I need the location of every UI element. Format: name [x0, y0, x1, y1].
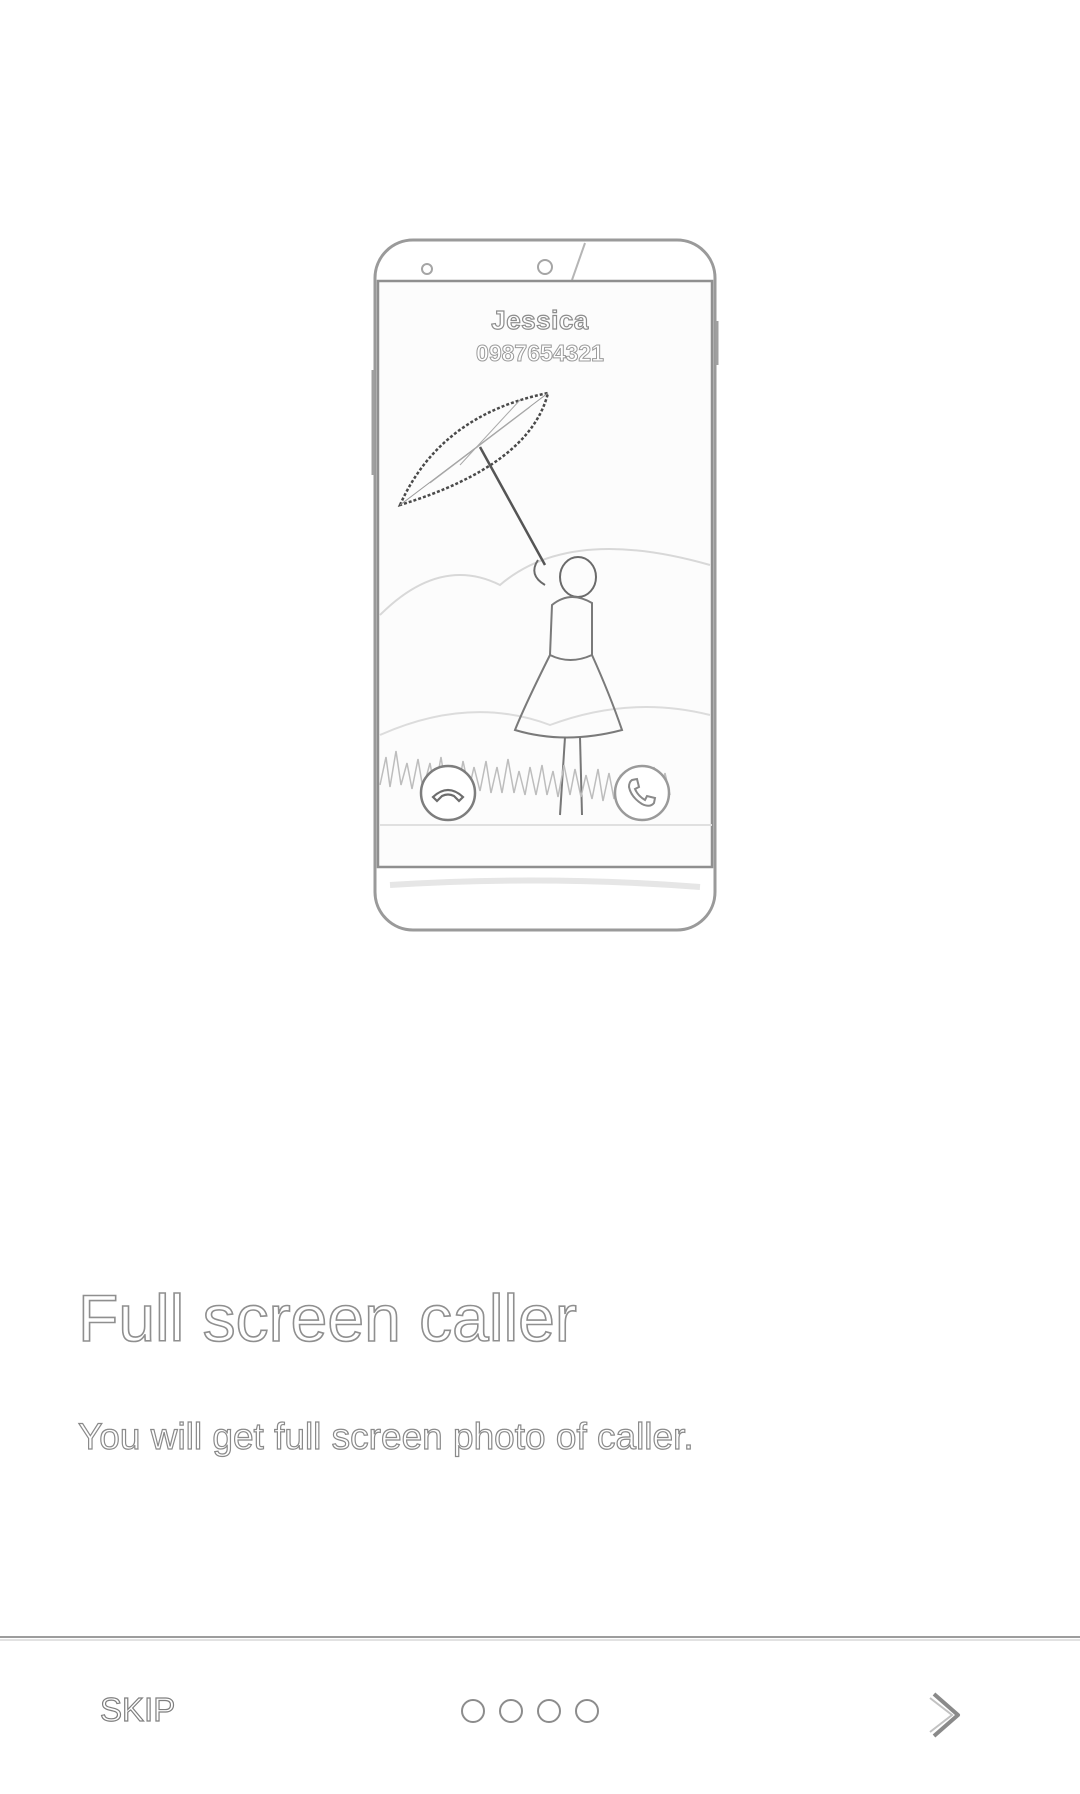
next-button[interactable]	[910, 1680, 980, 1750]
chevron-right-icon	[910, 1692, 980, 1753]
footer-divider	[0, 1636, 1080, 1638]
phone-illustration: Jessica 0987654321	[330, 225, 750, 955]
caller-number: 0987654321	[476, 340, 605, 367]
page-dot	[575, 1699, 599, 1723]
skip-button[interactable]: SKIP	[99, 1680, 200, 1740]
page-dot	[537, 1699, 561, 1723]
feature-title: Full screen caller	[77, 1280, 577, 1356]
decline-call-icon	[418, 763, 478, 823]
accept-call-icon	[612, 763, 672, 823]
page-dot	[499, 1699, 523, 1723]
page-dot	[461, 1699, 485, 1723]
onboarding-footer: SKIP	[0, 1640, 1080, 1794]
caller-name: Jessica	[491, 304, 589, 335]
feature-description: You will get full screen photo of caller…	[77, 1415, 694, 1457]
page-indicator	[461, 1699, 599, 1729]
